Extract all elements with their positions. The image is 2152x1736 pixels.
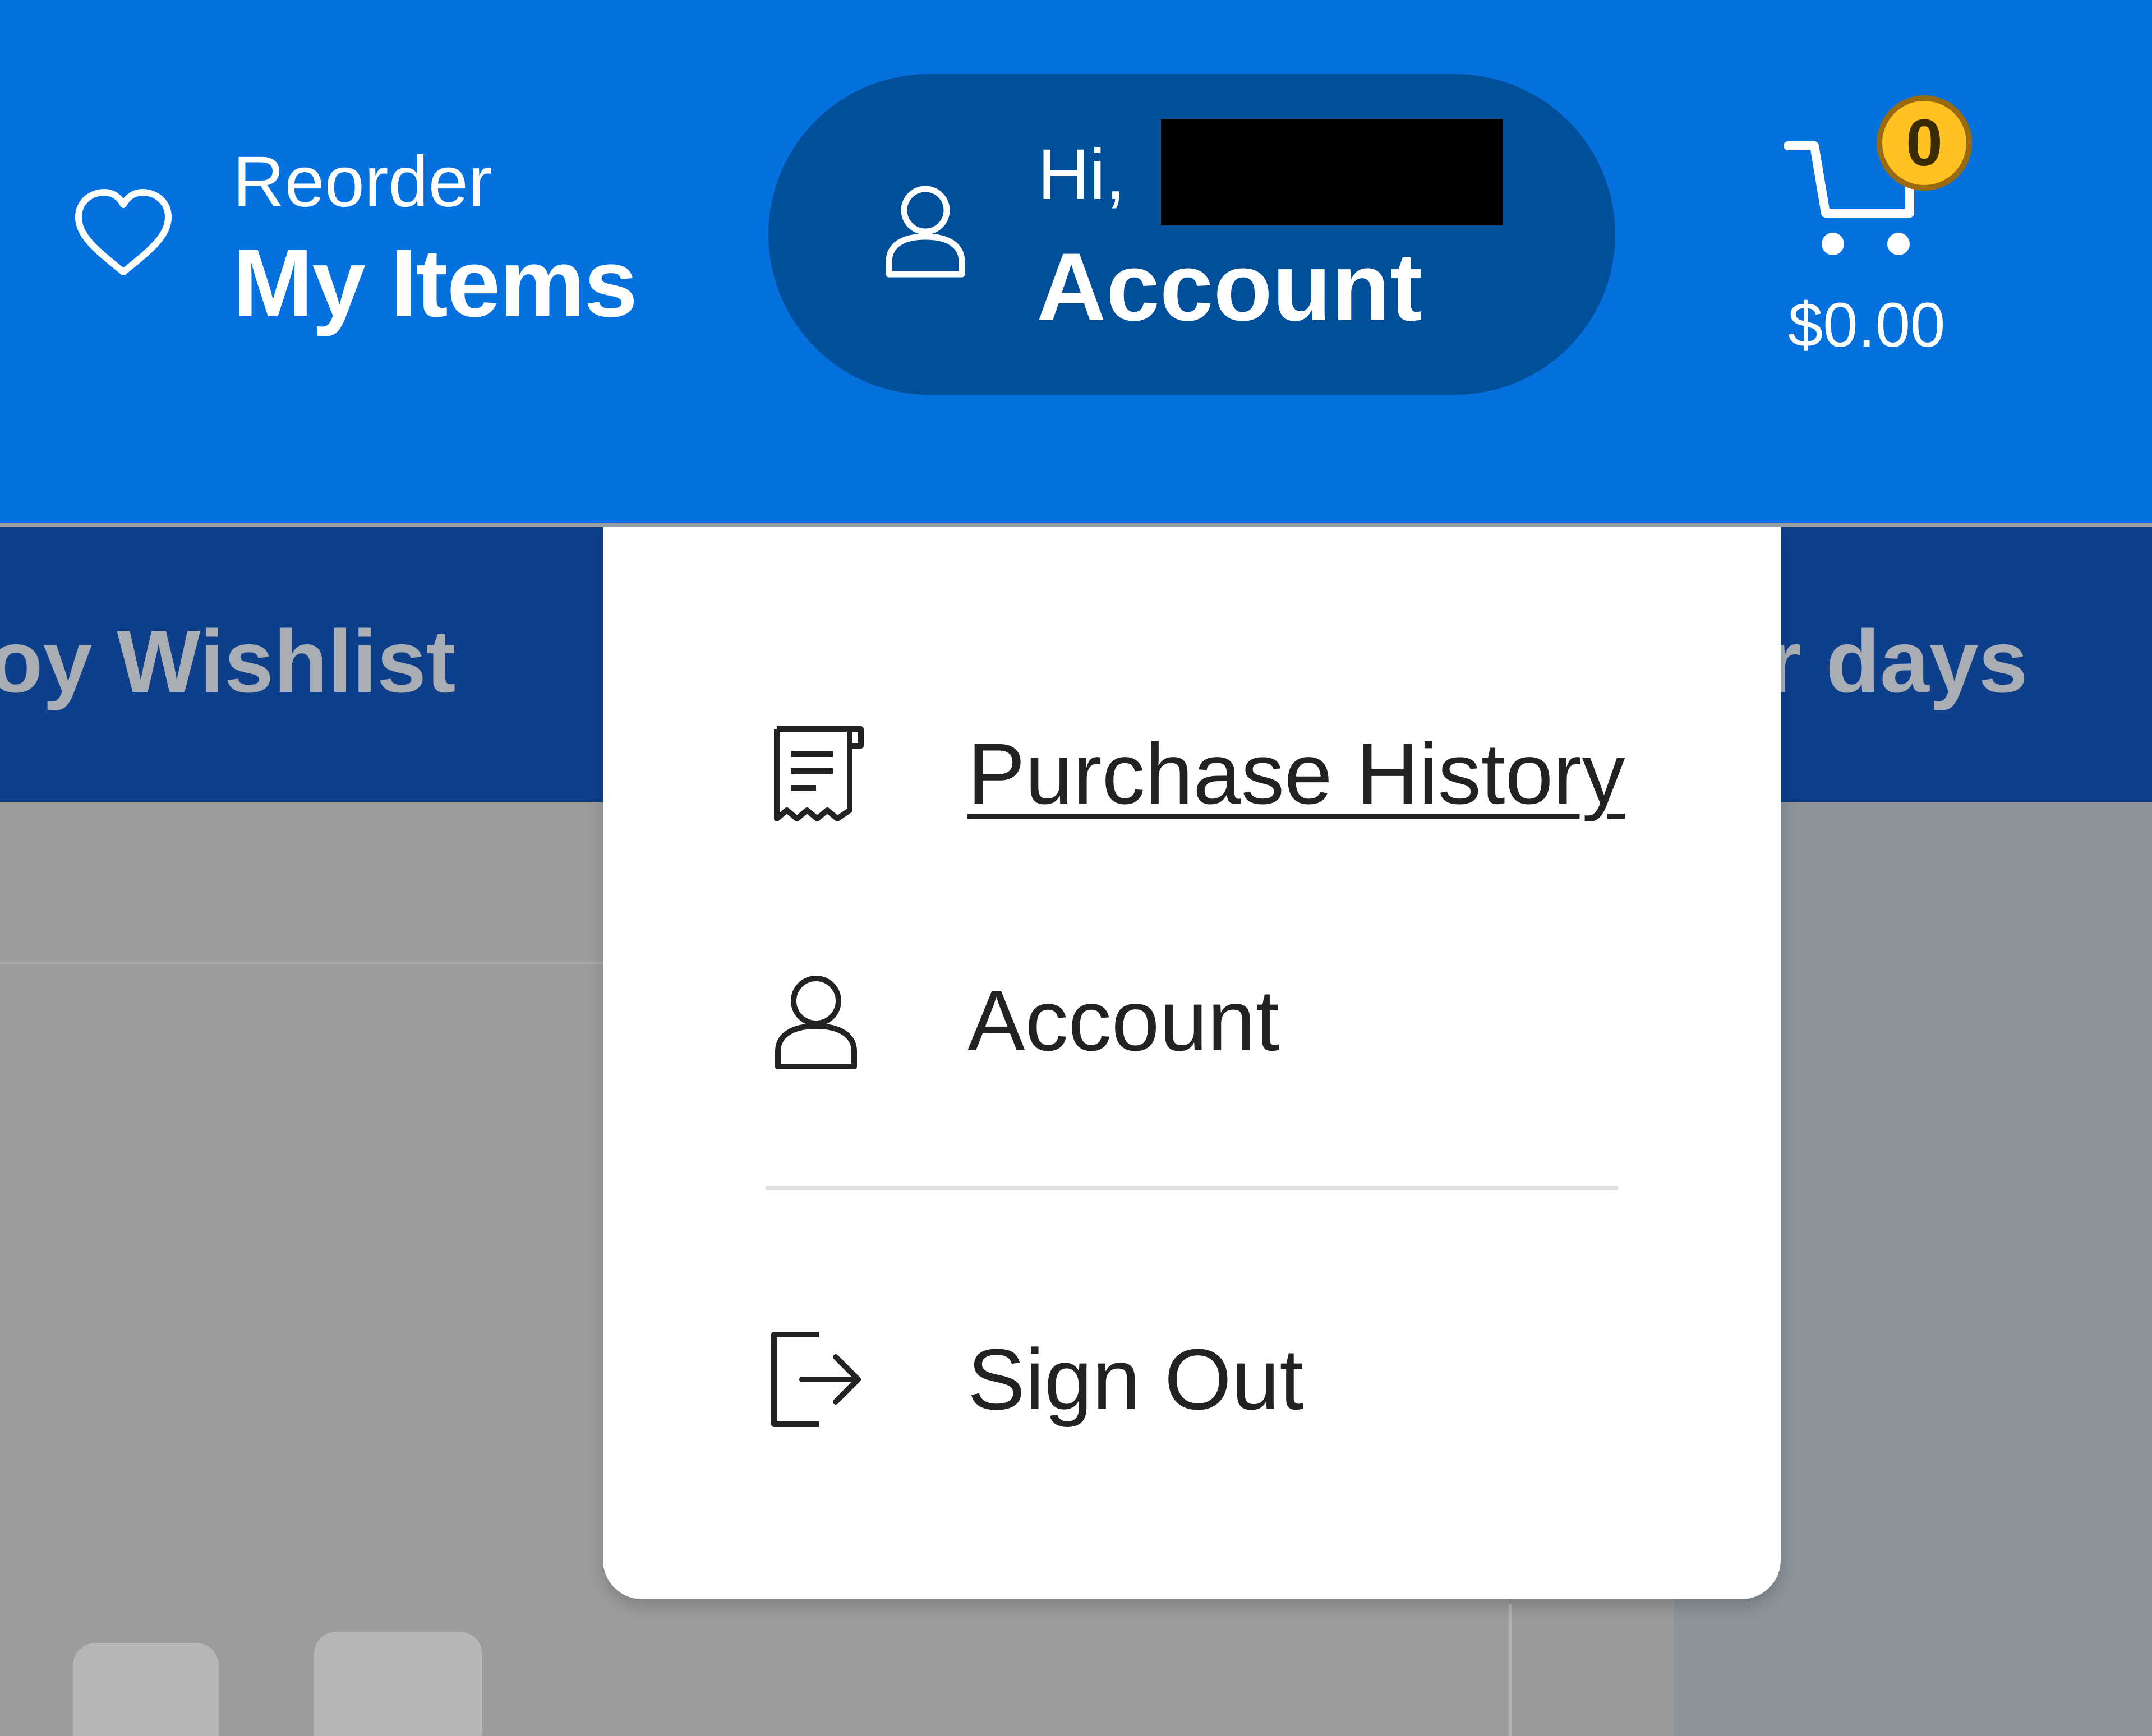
menu-item-label: Sign Out	[967, 1331, 1304, 1428]
nav-link-wishlist[interactable]: oy Wishlist	[0, 606, 456, 718]
account-greeting: Hi,	[1038, 135, 1126, 215]
background-image-fragment	[314, 1632, 482, 1736]
reorder-my-items-link[interactable]: Reorder My Items	[73, 123, 690, 359]
menu-item-purchase-history[interactable]: Purchase History	[766, 707, 1635, 841]
receipt-icon	[774, 726, 864, 821]
cart-count-badge: 0	[1877, 95, 1972, 191]
nav-link-days[interactable]: r days	[1767, 606, 2028, 718]
cart-button[interactable]: 0 $0.00	[1772, 90, 1997, 381]
user-icon	[775, 976, 857, 1069]
heart-icon	[75, 189, 172, 275]
menu-item-label: Account	[967, 972, 1280, 1069]
menu-item-sign-out[interactable]: Sign Out	[766, 1312, 1635, 1447]
redacted-username	[1161, 119, 1503, 225]
background-column-divider	[1509, 1604, 1512, 1736]
account-label: Account	[1036, 233, 1422, 341]
page: Reorder My Items Hi, Account 0 $0.00 oy …	[0, 0, 2152, 1736]
menu-item-account[interactable]: Account	[766, 953, 1635, 1088]
menu-divider	[766, 1186, 1618, 1190]
background-image-fragment	[73, 1643, 219, 1736]
cart-total: $0.00	[1788, 290, 1946, 360]
menu-item-label: Purchase History	[967, 726, 1625, 822]
account-dropdown-menu: Purchase History Account Sign Out	[603, 527, 1781, 1599]
sign-out-icon	[771, 1332, 861, 1427]
user-icon	[886, 186, 965, 278]
header-bar: Reorder My Items Hi, Account 0 $0.00	[0, 0, 2152, 527]
my-items-label: My Items	[233, 229, 638, 337]
reorder-label: Reorder	[233, 142, 492, 222]
account-menu-button[interactable]: Hi, Account	[768, 74, 1615, 395]
